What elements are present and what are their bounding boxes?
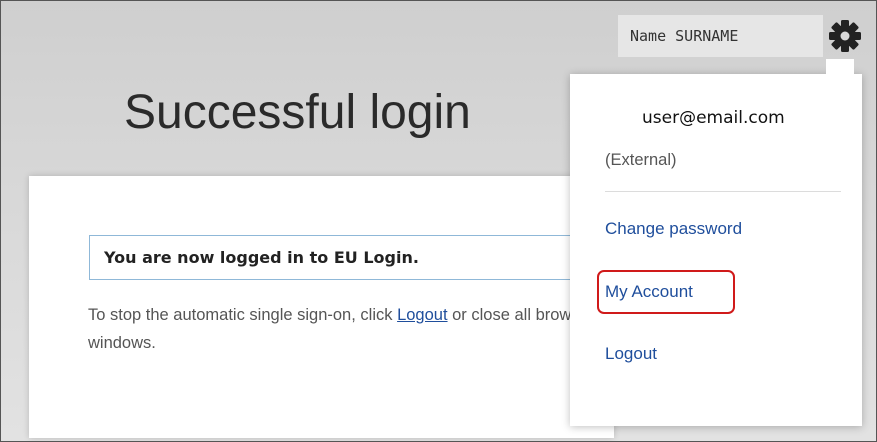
page-title: Successful login (124, 86, 471, 139)
account-type: (External) (605, 151, 677, 169)
login-notice-text: You are now logged in to EU Login. (104, 248, 419, 267)
menu-divider (605, 191, 841, 192)
change-password-link[interactable]: Change password (605, 219, 742, 239)
browser-page: Successful login You are now logged in t… (0, 0, 877, 442)
sso-info-text: To stop the automatic single sign-on, cl… (88, 301, 608, 357)
gear-icon[interactable] (825, 16, 865, 56)
my-account-link[interactable]: My Account (605, 282, 693, 302)
logout-menu-link[interactable]: Logout (605, 344, 657, 364)
user-name: Name SURNAME (630, 27, 739, 45)
logout-link[interactable]: Logout (397, 306, 447, 324)
login-notice-box: You are now logged in to EU Login. (89, 235, 609, 280)
login-status-card: You are now logged in to EU Login. To st… (29, 176, 614, 438)
sso-info-before: To stop the automatic single sign-on, cl… (88, 306, 398, 324)
user-name-box[interactable]: Name SURNAME (618, 15, 823, 57)
user-email: user@email.com (642, 108, 785, 128)
user-dropdown-menu: user@email.com (External) Change passwor… (570, 59, 862, 426)
